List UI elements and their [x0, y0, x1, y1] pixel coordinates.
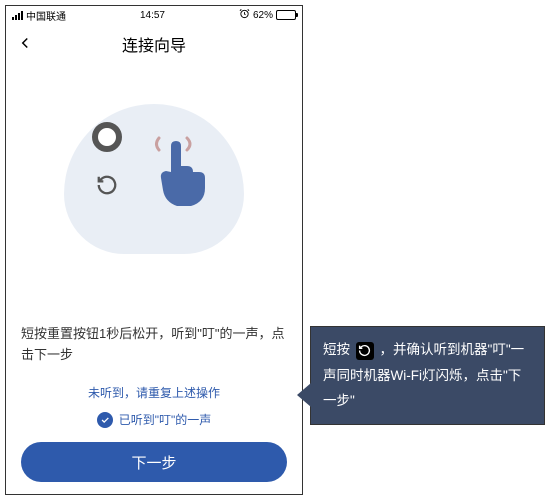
back-icon[interactable] [16, 34, 34, 57]
confirm-check-row[interactable]: 已听到"叮"的一声 [21, 411, 287, 428]
next-button[interactable]: 下一步 [21, 442, 287, 482]
battery-icon [276, 10, 296, 20]
reset-button-graphic [96, 174, 118, 201]
alarm-icon [239, 8, 250, 22]
reset-icon [356, 342, 374, 360]
nav-bar: 连接向导 [6, 24, 302, 64]
phone-screen: 中国联通 14:57 62% 连接向导 [5, 5, 303, 495]
signal-icon [12, 11, 23, 20]
battery-pct: 62% [253, 10, 273, 21]
status-time: 14:57 [140, 10, 165, 21]
confirm-check-label: 已听到"叮"的一声 [119, 411, 212, 428]
annotation-tooltip: 短按 ，并确认听到机器"叮"一声同时机器Wi-Fi灯闪烁，点击"下一步" [310, 326, 545, 425]
carrier-label: 中国联通 [26, 8, 66, 23]
page-title: 连接向导 [6, 32, 302, 56]
retry-hint-link[interactable]: 未听到，请重复上述操作 [21, 384, 287, 401]
tooltip-text-post: ，并确认听到机器"叮"一声同时机器Wi-Fi灯闪烁，点击"下一步" [323, 342, 524, 408]
robot-illustration [54, 94, 254, 264]
power-button-graphic [92, 122, 122, 152]
status-bar: 中国联通 14:57 62% [6, 6, 302, 24]
hand-tap-icon [149, 134, 219, 219]
check-icon [97, 412, 113, 428]
tooltip-arrow-icon [297, 383, 311, 407]
tooltip-text-pre: 短按 [323, 342, 350, 357]
content-area: 短按重置按钮1秒后松开，听到"叮"的一声，点击下一步 未听到，请重复上述操作 已… [6, 64, 302, 494]
instruction-text: 短按重置按钮1秒后松开，听到"叮"的一声，点击下一步 [21, 324, 287, 366]
